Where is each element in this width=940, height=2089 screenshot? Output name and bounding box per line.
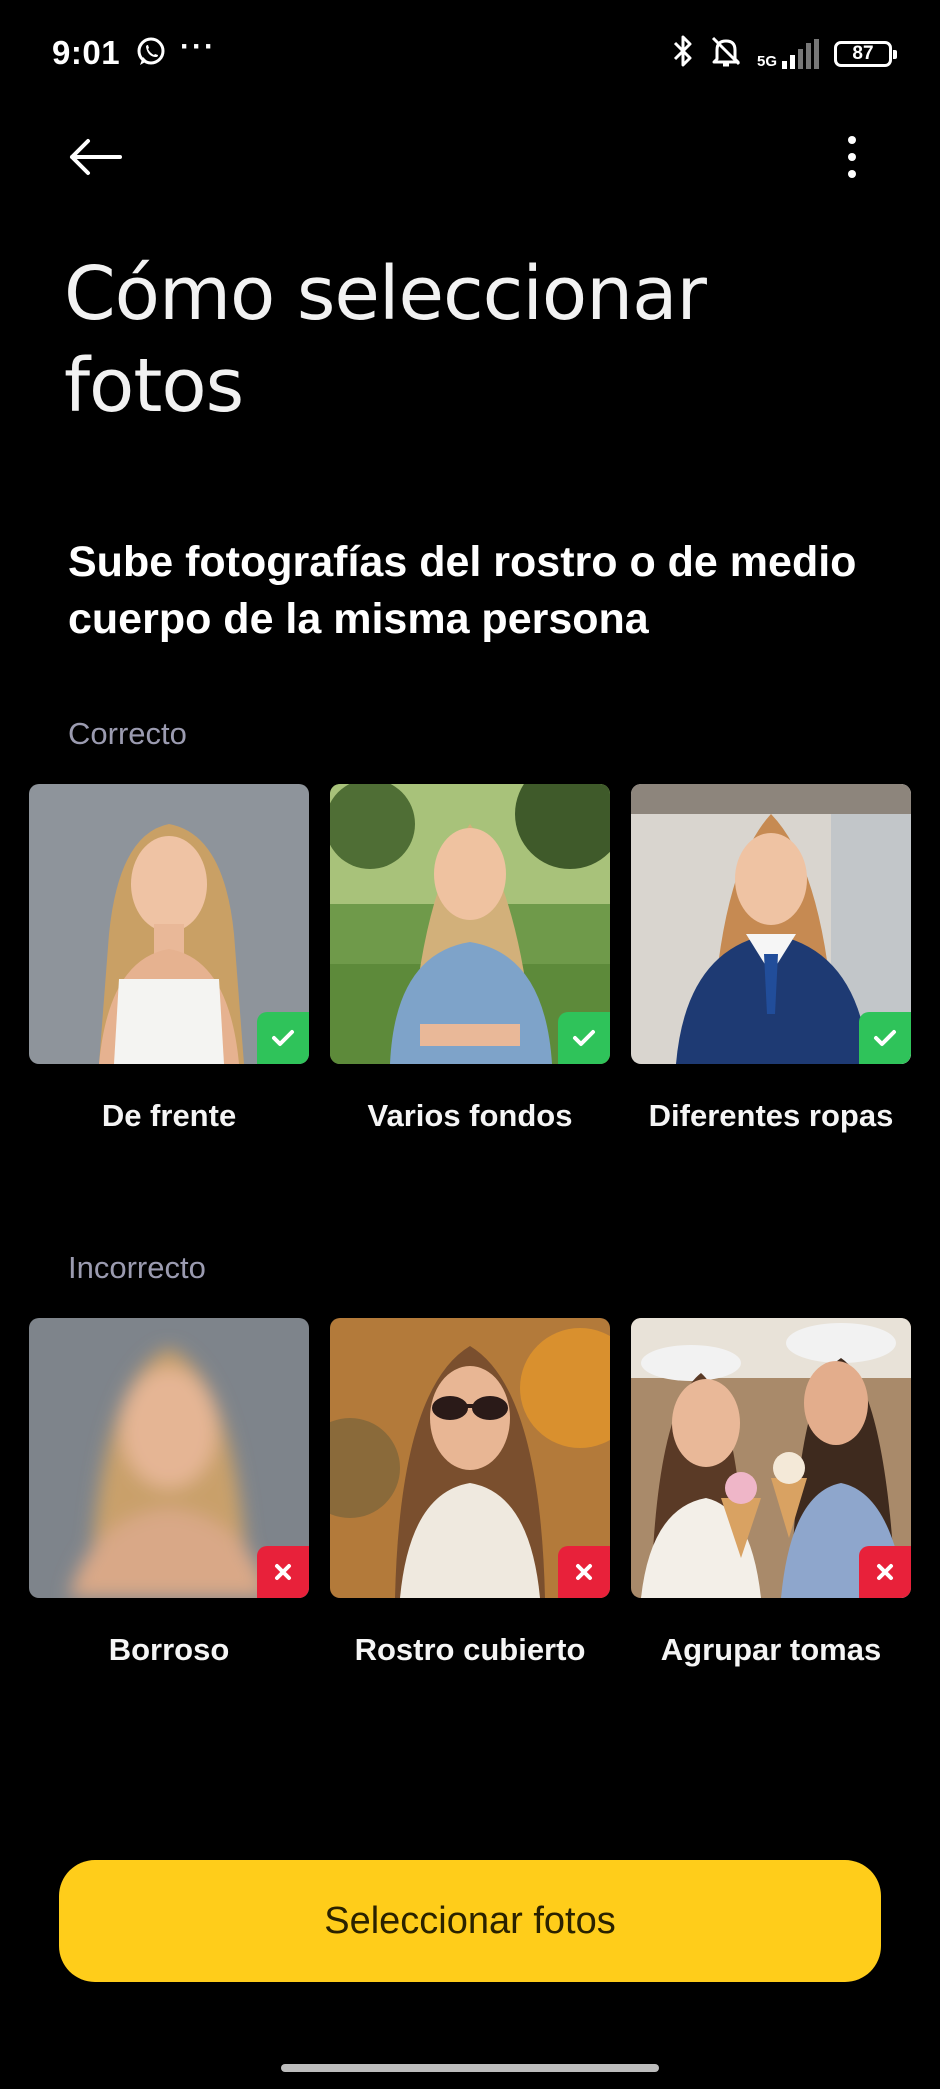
approved-badge — [558, 1012, 610, 1064]
approved-badge — [859, 1012, 911, 1064]
instructions-heading: Sube fotografías del rostro o de medio c… — [68, 538, 857, 643]
close-icon — [877, 1564, 893, 1580]
bell-off-icon — [709, 34, 743, 73]
rejected-badge — [558, 1546, 610, 1598]
example-label: Varios fondos — [367, 1098, 573, 1133]
example-card: Rostro cubierto — [330, 1318, 610, 1668]
back-button[interactable] — [64, 132, 128, 182]
check-icon — [874, 1030, 896, 1046]
rejected-badge — [859, 1546, 911, 1598]
varied-background-photo — [330, 784, 610, 1064]
home-indicator[interactable] — [281, 2064, 659, 2072]
rejected-badge — [257, 1546, 309, 1598]
front-facing-photo — [29, 784, 309, 1064]
more-notifications-icon: ··· — [180, 30, 216, 63]
correct-examples-grid: De frente Varios fondos Diferentes ropas — [29, 784, 911, 1134]
bluetooth-icon — [671, 34, 695, 73]
more-vertical-icon — [848, 136, 856, 178]
example-card: Agrupar tomas — [631, 1318, 911, 1668]
example-label: Borroso — [108, 1632, 230, 1667]
status-icons: 5G 87 — [671, 34, 897, 73]
page-title: Cómo seleccionar fotos — [64, 251, 707, 429]
battery-level: 87 — [852, 42, 874, 64]
incorrect-section-label: Incorrecto — [68, 1250, 206, 1285]
network-type: 5G — [756, 52, 777, 70]
approved-badge — [257, 1012, 309, 1064]
correct-section-label: Correcto — [68, 716, 187, 751]
example-label: Diferentes ropas — [648, 1098, 894, 1133]
whatsapp-icon — [135, 36, 167, 73]
check-icon — [272, 1030, 294, 1046]
incorrect-examples-grid: Borroso Rostro cubierto Agrupar tomas — [29, 1318, 911, 1668]
close-icon — [275, 1564, 291, 1580]
select-photos-button[interactable]: Seleccionar fotos — [59, 1860, 881, 1982]
close-icon — [576, 1564, 592, 1580]
battery-icon: 87 — [834, 40, 897, 67]
signal-icon: 5G — [756, 38, 820, 70]
example-label: Rostro cubierto — [354, 1632, 586, 1667]
arrow-left-icon — [70, 139, 122, 175]
more-options-button[interactable] — [832, 132, 872, 182]
covered-face-photo — [330, 1318, 610, 1598]
check-icon — [573, 1030, 595, 1046]
example-card: Borroso — [29, 1318, 309, 1668]
example-card: De frente — [29, 784, 309, 1134]
group-shot-photo — [631, 1318, 911, 1598]
blurry-photo — [29, 1318, 309, 1598]
different-clothes-photo — [631, 784, 911, 1064]
example-card: Varios fondos — [330, 784, 610, 1134]
example-card: Diferentes ropas — [631, 784, 911, 1134]
status-bar: 9:01 ··· 5G 87 — [0, 0, 940, 110]
status-time: 9:01 — [52, 34, 121, 71]
example-label: Agrupar tomas — [660, 1632, 882, 1667]
example-label: De frente — [101, 1098, 237, 1133]
